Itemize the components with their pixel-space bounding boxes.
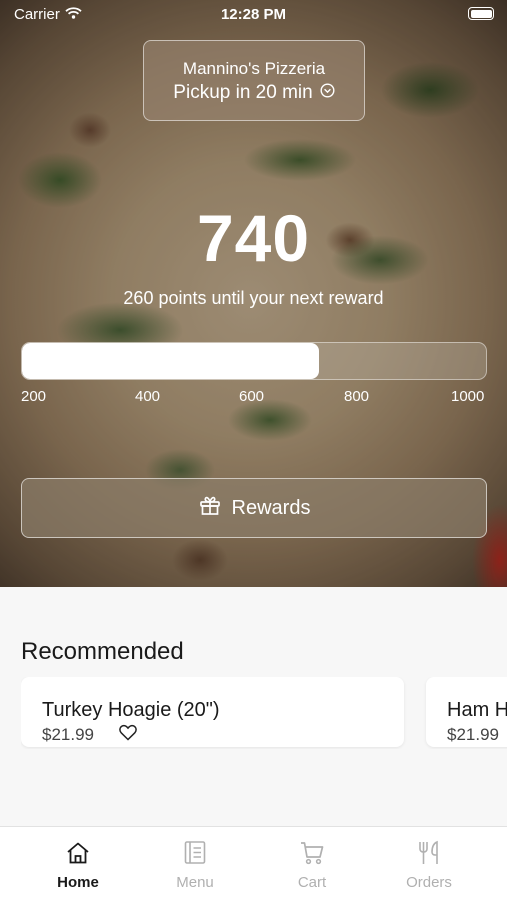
tick-label: 1000: [451, 388, 485, 405]
cart-icon: [262, 839, 362, 867]
tick-label: 800: [344, 388, 370, 405]
item-price: $21.99: [447, 725, 499, 744]
tick-label: 200: [21, 388, 47, 405]
points-total: 740: [196, 201, 311, 275]
chevron-down-icon: [320, 82, 335, 104]
status-bar: Carrier 12:28 PM: [0, 0, 507, 28]
recommended-card[interactable]: Ham H $21.99: [426, 677, 507, 747]
menu-icon: [145, 839, 245, 867]
tick-label: 600: [239, 388, 265, 405]
tab-label: Home: [57, 874, 99, 891]
tab-home[interactable]: Home: [28, 839, 128, 891]
item-name: Turkey Hoagie (20"): [42, 699, 220, 721]
hero-background: Carrier 12:28 PM Mannino's Pizzeria Pick…: [0, 0, 507, 587]
item-name: Ham H: [447, 699, 507, 721]
pickup-time: Pickup in 20 min: [144, 82, 364, 104]
rewards-button[interactable]: Rewards: [21, 478, 487, 538]
rewards-progress-fill: [22, 343, 319, 379]
gift-icon: [198, 493, 222, 523]
rewards-progress-bar: [21, 342, 487, 380]
battery-icon: [468, 7, 494, 20]
heart-icon[interactable]: [119, 724, 137, 746]
store-selector-button[interactable]: Mannino's Pizzeria Pickup in 20 min: [143, 40, 365, 121]
recommended-carousel[interactable]: Turkey Hoagie (20") $21.99 Ham H $21.99: [21, 677, 507, 749]
pickup-label: Pickup in 20 min: [173, 82, 313, 103]
progress-ticks: 200 400 600 800 1000: [0, 388, 507, 406]
home-icon: [28, 839, 128, 867]
store-name: Mannino's Pizzeria: [182, 59, 326, 78]
tab-menu[interactable]: Menu: [145, 839, 245, 891]
tab-label: Cart: [297, 874, 327, 891]
points-until-text: 260 points until your next reward: [123, 288, 384, 308]
tab-label: Menu: [176, 874, 214, 891]
recommended-card[interactable]: Turkey Hoagie (20") $21.99: [21, 677, 404, 747]
item-price: $21.99: [42, 725, 94, 744]
status-time: 12:28 PM: [220, 6, 287, 23]
tab-orders[interactable]: Orders: [379, 839, 479, 891]
orders-icon: [379, 839, 479, 867]
tick-label: 400: [135, 388, 161, 405]
recommended-heading: Recommended: [21, 638, 184, 665]
tab-cart[interactable]: Cart: [262, 839, 362, 891]
tab-label: Orders: [406, 874, 452, 891]
rewards-button-label: Rewards: [231, 496, 311, 519]
tab-bar: Home Menu Cart Orders: [0, 826, 507, 900]
